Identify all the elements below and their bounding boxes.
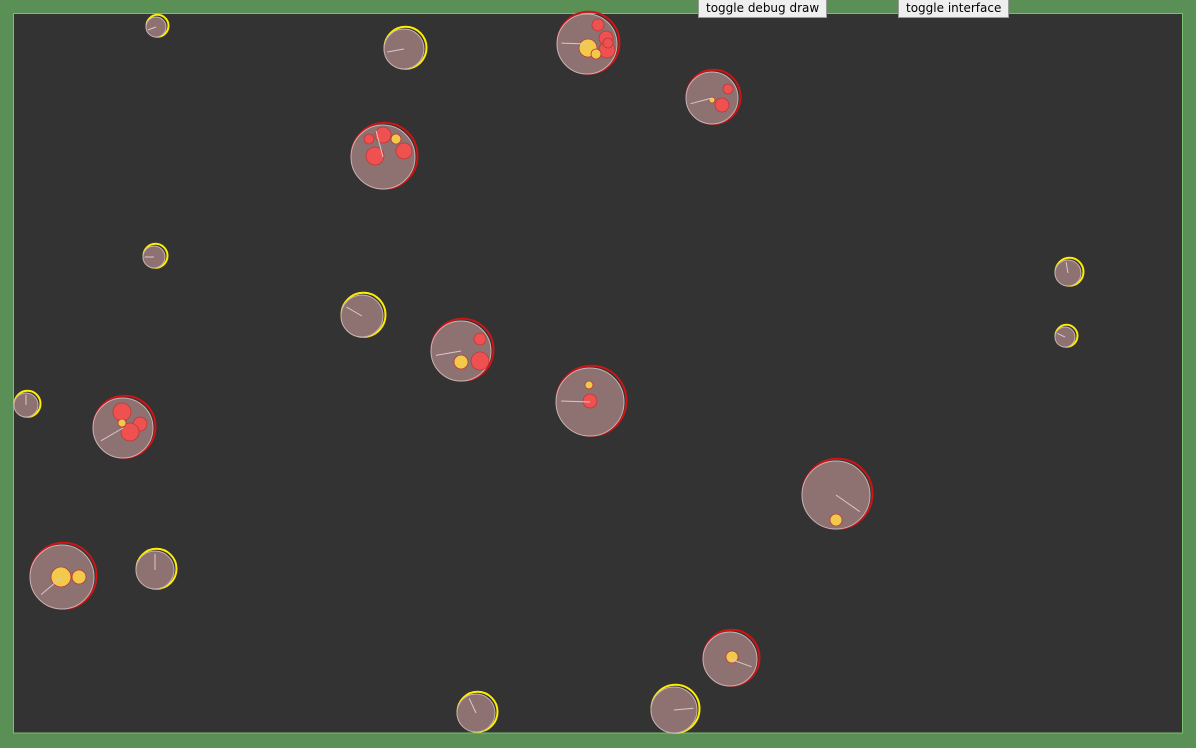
bottom-wall [0, 733, 1196, 748]
food-particle-red [602, 37, 614, 49]
food-particle-red [363, 133, 375, 145]
cell-red [92, 394, 157, 459]
food-particle-red [395, 142, 413, 160]
food-particle-yellow [829, 513, 843, 527]
food-particle-yellow [584, 380, 594, 390]
food-particle-yellow [453, 354, 469, 370]
food-particle-red [112, 402, 132, 422]
cell-red [801, 457, 874, 530]
cell-yellow [650, 683, 701, 734]
cell-yellow [142, 242, 169, 269]
toggle-interface-button[interactable]: toggle interface [898, 0, 1010, 18]
game-arena[interactable]: toggle debug draw toggle interface [0, 0, 1196, 748]
food-particle-red [714, 97, 730, 113]
cell-red [685, 68, 742, 125]
cell-red [350, 121, 419, 190]
food-particle-red [591, 18, 605, 32]
cell-red [555, 364, 628, 437]
arena-canvas[interactable] [0, 0, 1196, 748]
food-particle-red [582, 393, 598, 409]
food-particle-yellow [117, 418, 127, 428]
cell-red [29, 541, 98, 610]
cell-yellow [135, 547, 178, 590]
cell-yellow [340, 291, 387, 338]
food-particle-yellow [590, 48, 602, 60]
food-particle-yellow [390, 133, 402, 145]
cell-red [430, 317, 495, 382]
left-wall [0, 0, 13, 748]
cell-yellow [456, 690, 499, 733]
toggle-debug-draw-button[interactable]: toggle debug draw [698, 0, 828, 18]
cell-yellow [13, 389, 42, 418]
cell-yellow [383, 25, 428, 70]
food-particle-yellow [71, 569, 87, 585]
right-wall [1183, 0, 1196, 748]
cell-yellow [1054, 323, 1079, 348]
food-particle-red [473, 332, 487, 346]
top-wall [0, 0, 1196, 13]
cell-red [702, 628, 761, 687]
food-particle-red [470, 351, 490, 371]
food-particle-yellow [708, 96, 716, 104]
cell-yellow [1054, 256, 1085, 287]
cell-red [556, 10, 621, 75]
food-particle-red [722, 83, 734, 95]
cell-yellow [145, 13, 170, 38]
